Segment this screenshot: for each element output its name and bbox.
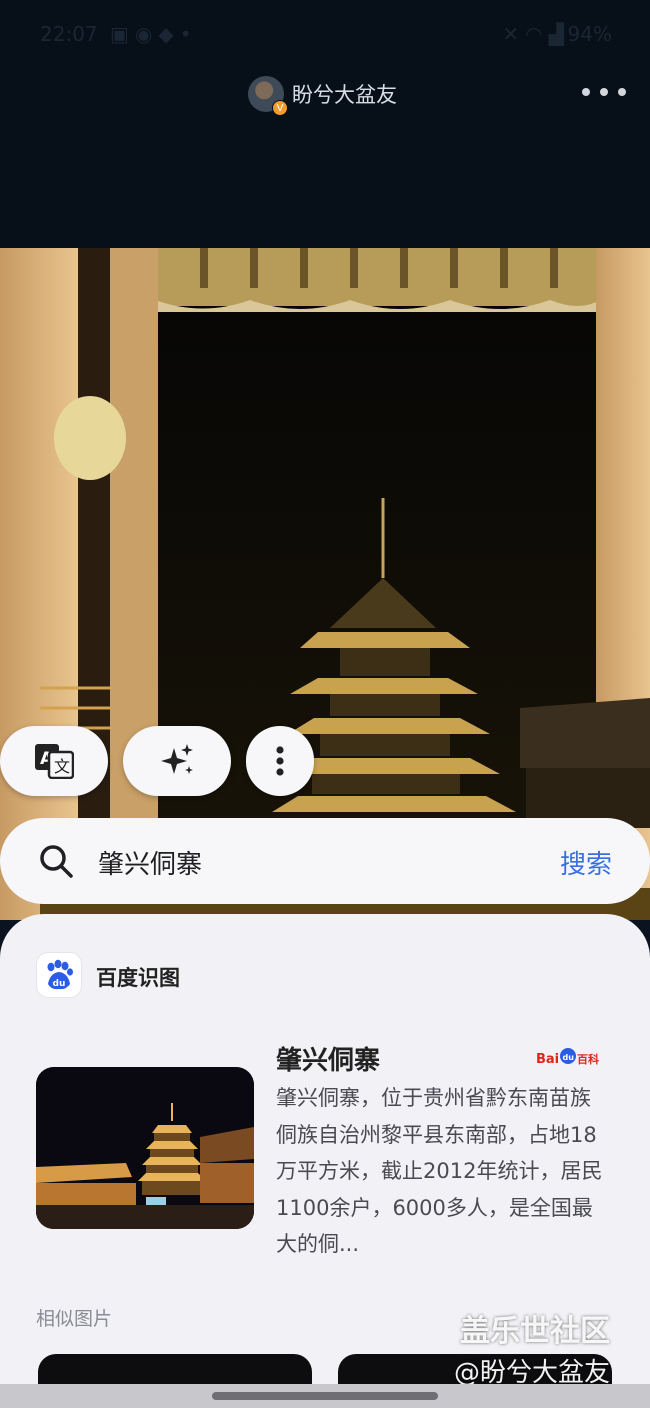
provider-name: 百度识图 — [96, 966, 180, 990]
sparkle-icon — [161, 744, 193, 774]
translate-icon: A 文 — [35, 744, 74, 779]
dot-icon: • — [179, 22, 198, 46]
username[interactable]: 盼兮大盆友 — [292, 79, 397, 109]
status-right-icons: ✕◠▟ — [502, 22, 570, 46]
mute-icon: ✕ — [502, 22, 526, 46]
baidu-logo-icon: du — [36, 952, 82, 998]
author-profile[interactable]: V 盼兮大盆友 — [248, 74, 397, 116]
gallery-icon: ▣ — [110, 22, 135, 46]
more-options-button[interactable] — [582, 80, 626, 104]
bag-icon: ◆ — [158, 22, 180, 46]
dot-icon — [600, 88, 608, 96]
dot-icon — [582, 88, 590, 96]
search-button[interactable]: 搜索 — [560, 844, 612, 881]
baike-logo-text-baike: 百科 — [577, 1052, 599, 1066]
baidu-paw-icon: du — [47, 959, 73, 990]
location-icon: ◉ — [134, 22, 159, 46]
result-description: 肇兴侗寨，位于贵州省黔东南苗族侗族自治州黎平县东南部，占地18万平方米，截止20… — [276, 1086, 603, 1256]
battery-level: 94% — [567, 22, 612, 46]
pagoda-thumbnail — [36, 1067, 254, 1229]
avatar[interactable]: V — [248, 76, 288, 116]
baike-logo-text-du: du — [563, 1053, 575, 1062]
search-bar[interactable]: 肇兴侗寨 搜索 — [0, 818, 650, 904]
watermark-community: 盖乐世社区 — [460, 1314, 610, 1349]
top-bar: 22:07 ▣◉◆• ✕◠▟ 94% V 盼兮大盆友 — [0, 0, 650, 248]
baike-logo-text-bai: Bai — [536, 1052, 559, 1067]
verified-badge: V — [272, 100, 288, 116]
svg-text:文: 文 — [54, 757, 70, 776]
ai-assist-button[interactable] — [123, 726, 231, 796]
home-gesture-handle[interactable] — [212, 1392, 438, 1400]
search-icon — [40, 845, 73, 878]
wifi-icon: ◠ — [525, 22, 549, 46]
result-title[interactable]: 肇兴侗寨 — [276, 1040, 380, 1077]
more-actions-button[interactable] — [246, 726, 314, 796]
search-input[interactable]: 肇兴侗寨 — [98, 844, 202, 881]
result-thumbnail[interactable] — [36, 1067, 254, 1229]
status-left-icons: ▣◉◆• — [110, 22, 198, 46]
svg-text:du: du — [53, 979, 66, 989]
baidu-baike-logo[interactable]: Bai du 百科 — [536, 1044, 602, 1070]
similar-images-label: 相似图片 — [36, 1308, 113, 1330]
dot-icon — [618, 88, 626, 96]
navigation-bar — [0, 1384, 650, 1408]
status-time: 22:07 — [40, 22, 98, 46]
more-vertical-icon — [276, 746, 284, 776]
status-bar: 22:07 ▣◉◆• ✕◠▟ 94% — [0, 18, 650, 52]
translate-button[interactable]: A 文 — [0, 726, 108, 796]
